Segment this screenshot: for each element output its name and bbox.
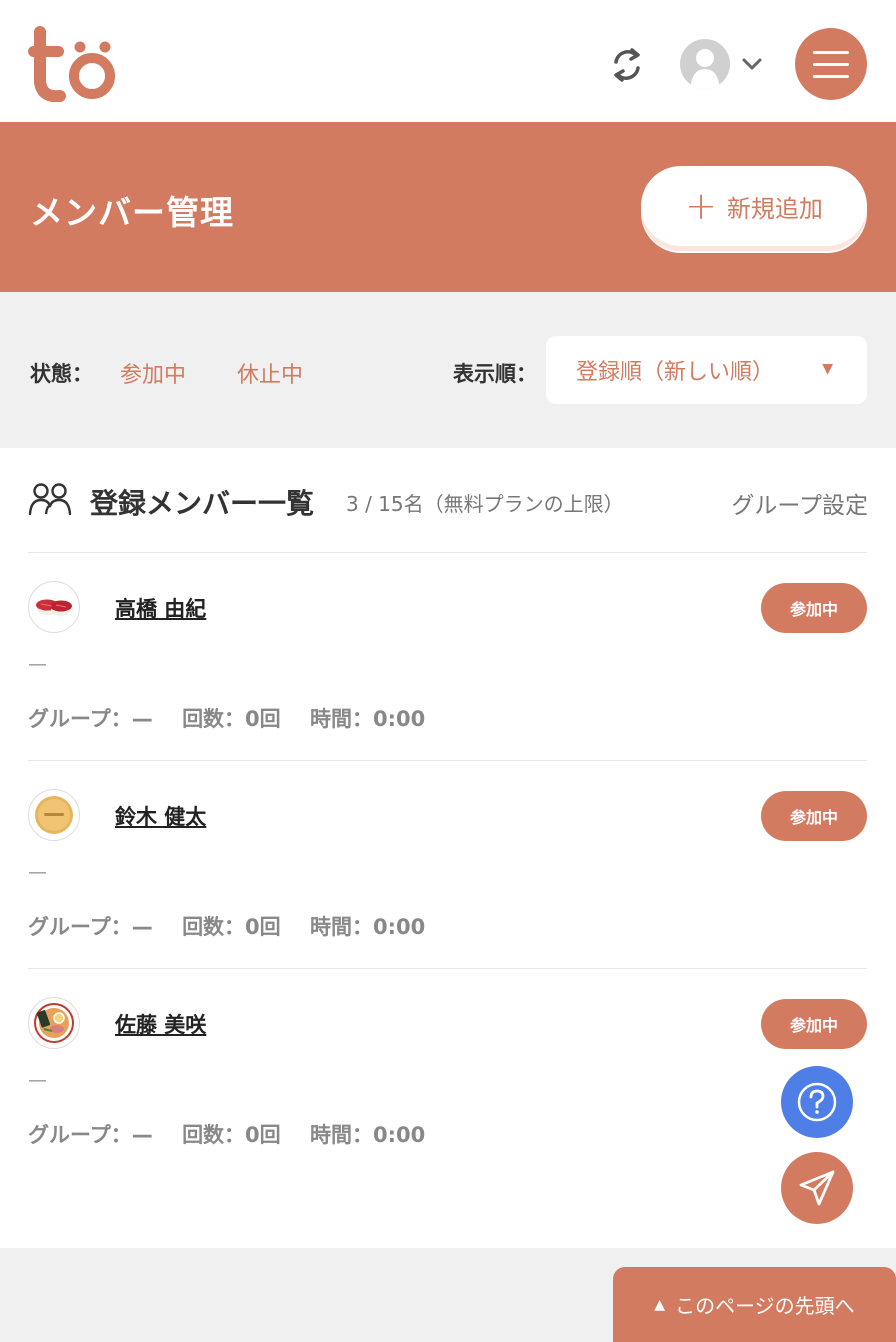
member-time-stat: 時間：0:00 bbox=[310, 915, 426, 939]
add-member-button[interactable]: + 新規追加 bbox=[641, 166, 867, 246]
member-name[interactable]: 佐藤 美咲 bbox=[115, 1009, 206, 1039]
status-filter-paused[interactable]: 休止中 bbox=[237, 357, 303, 389]
member-name[interactable]: 鈴木 健太 bbox=[115, 801, 206, 831]
people-icon bbox=[28, 483, 72, 516]
help-button[interactable] bbox=[781, 1066, 853, 1138]
user-silhouette-icon bbox=[690, 49, 720, 89]
user-avatar bbox=[680, 39, 730, 89]
menu-icon bbox=[813, 50, 849, 54]
member-avatar[interactable] bbox=[28, 581, 80, 633]
member-count-stat: 回数：0回 bbox=[182, 1123, 281, 1147]
member-avatar[interactable] bbox=[28, 789, 80, 841]
status-filter-active[interactable]: 参加中 bbox=[120, 357, 186, 389]
status-badge[interactable]: 参加中 bbox=[761, 999, 867, 1049]
member-group: グループ：— bbox=[28, 915, 153, 939]
page-title: メンバー管理 bbox=[30, 193, 234, 232]
member-list-panel: 登録メンバー一覧 3 / 15名（無料プランの上限） グループ設定 高橋 由紀 … bbox=[0, 448, 896, 1248]
member-row: 鈴木 健太 参加中 — グループ：— 回数：0回 時間：0:00 bbox=[28, 760, 867, 968]
send-feedback-button[interactable] bbox=[781, 1152, 853, 1224]
status-badge[interactable]: 参加中 bbox=[761, 583, 867, 633]
sync-icon bbox=[614, 48, 640, 82]
member-note: — bbox=[28, 653, 47, 675]
member-time-stat: 時間：0:00 bbox=[310, 1123, 426, 1147]
member-count-stat: 回数：0回 bbox=[182, 707, 281, 731]
member-list-title: 登録メンバー一覧 bbox=[90, 487, 315, 520]
member-list-header: 登録メンバー一覧 3 / 15名（無料プランの上限） グループ設定 bbox=[28, 478, 868, 528]
member-group: グループ：— bbox=[28, 1123, 153, 1147]
sort-label: 表示順： bbox=[453, 362, 537, 386]
status-badge[interactable]: 参加中 bbox=[761, 791, 867, 841]
app-header bbox=[0, 0, 896, 122]
menu-button[interactable] bbox=[795, 28, 867, 100]
add-member-label: 新規追加 bbox=[726, 194, 823, 223]
plus-icon: + bbox=[685, 184, 717, 228]
member-row: 佐藤 美咲 参加中 — グループ：— 回数：0回 時間：0:00 bbox=[28, 968, 867, 1176]
ramen-icon bbox=[34, 1003, 74, 1043]
page-header-band: メンバー管理 + 新規追加 bbox=[0, 122, 896, 292]
sushi-icon bbox=[36, 599, 72, 616]
back-to-top-button[interactable]: ▲ このページの先頭へ bbox=[613, 1267, 896, 1342]
up-triangle-icon: ▲ bbox=[654, 1296, 666, 1313]
cookie-icon bbox=[35, 796, 73, 834]
sync-button[interactable] bbox=[604, 42, 650, 88]
sort-select[interactable]: 登録順（新しい順） ▼ bbox=[546, 336, 867, 404]
member-stats: グループ：— 回数：0回 時間：0:00 bbox=[28, 911, 447, 941]
paper-plane-icon bbox=[799, 1170, 835, 1206]
sort-selected-value: 登録順（新しい順） bbox=[576, 360, 775, 385]
app-logo[interactable] bbox=[28, 26, 118, 102]
member-count-stat: 回数：0回 bbox=[182, 915, 281, 939]
member-row: 高橋 由紀 参加中 — グループ：— 回数：0回 時間：0:00 bbox=[28, 552, 867, 760]
status-filter-label: 状態： bbox=[30, 362, 93, 386]
member-group: グループ：— bbox=[28, 707, 153, 731]
member-avatar[interactable] bbox=[28, 997, 80, 1049]
account-menu[interactable] bbox=[680, 39, 764, 89]
member-stats: グループ：— 回数：0回 時間：0:00 bbox=[28, 1119, 447, 1149]
member-note: — bbox=[28, 861, 47, 883]
group-settings-link[interactable]: グループ設定 bbox=[731, 486, 868, 520]
dropdown-arrow-icon: ▼ bbox=[822, 361, 833, 377]
member-count: 3 / 15名（無料プランの上限） bbox=[346, 492, 624, 516]
filter-bar: 状態： 参加中 休止中 表示順： 登録順（新しい順） ▼ bbox=[0, 292, 896, 448]
member-time-stat: 時間：0:00 bbox=[310, 707, 426, 731]
member-note: — bbox=[28, 1069, 47, 1091]
chevron-down-icon bbox=[742, 58, 762, 70]
back-to-top-label: このページの先頭へ bbox=[675, 1294, 855, 1318]
member-stats: グループ：— 回数：0回 時間：0:00 bbox=[28, 703, 447, 733]
question-icon bbox=[797, 1082, 837, 1122]
member-name[interactable]: 高橋 由紀 bbox=[115, 593, 206, 623]
